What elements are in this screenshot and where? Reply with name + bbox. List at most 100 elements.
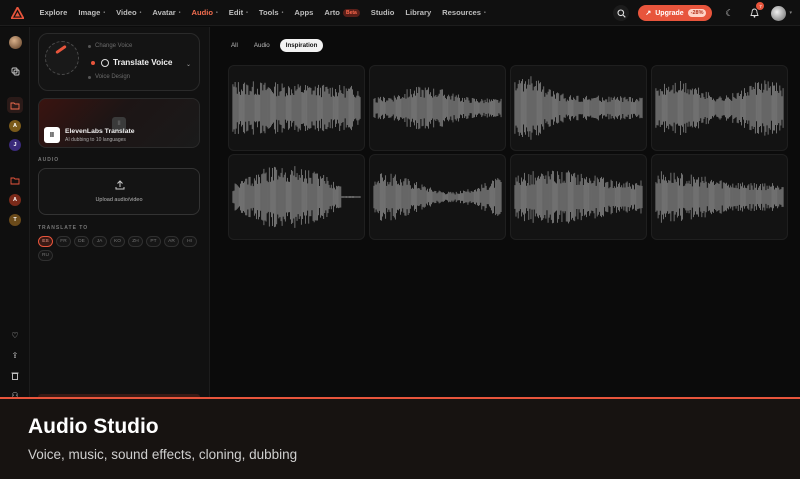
language-chip-hi[interactable]: HI — [182, 236, 197, 247]
audio-section-label: AUDIO — [38, 157, 60, 163]
language-chip-fr[interactable]: FR — [56, 236, 71, 247]
nav-item-image[interactable]: Image • — [73, 8, 111, 17]
top-right-controls: ↗ Upgrade -28% ☾ 7 ▾ — [613, 0, 792, 26]
elevenlabs-promo-card[interactable]: II II ElevenLabs Translate AI dubbing to… — [38, 98, 200, 148]
left-rail: A J A T ♡ ⇪ ⚇ — [0, 27, 30, 400]
app-logo[interactable] — [0, 0, 34, 26]
dropdown-caret-icon: • — [281, 9, 284, 16]
nav-item-resources[interactable]: Resources • — [437, 8, 492, 17]
theme-toggle-moon-icon[interactable]: ☾ — [721, 5, 737, 21]
waveform-graphic — [373, 86, 502, 130]
promo-title: ElevenLabs Translate — [65, 128, 135, 135]
chevron-down-icon[interactable]: ⌄ — [186, 61, 191, 68]
discount-badge: -28% — [687, 9, 707, 17]
language-chip-ar[interactable]: AR — [164, 236, 179, 247]
notification-count-badge: 7 — [756, 2, 765, 10]
nav-item-label: Apps — [294, 8, 314, 17]
filter-tabs: All Audio Inspiration — [225, 39, 324, 52]
language-chip-ru[interactable]: RU — [38, 250, 53, 261]
nav-item-label: Explore — [39, 8, 68, 17]
globe-icon — [101, 58, 109, 67]
upgrade-button[interactable]: ↗ Upgrade -28% — [638, 5, 713, 21]
notifications-bell-icon[interactable]: 7 — [746, 2, 765, 21]
folder-icon[interactable] — [7, 172, 23, 188]
nav-item-video[interactable]: Video • — [111, 8, 147, 17]
dropdown-caret-icon: • — [246, 9, 248, 16]
waveform-graphic — [655, 80, 784, 136]
nav-item-label: Library — [405, 8, 432, 17]
elevenlabs-logo: II — [44, 127, 60, 143]
nav-item-label: Audio — [191, 8, 214, 17]
translate-section-label: TRANSLATE TO — [38, 225, 89, 231]
nav-item-label: Video — [116, 8, 137, 17]
logo-icon — [10, 6, 24, 19]
nav-item-label: Image — [78, 8, 101, 17]
main-content: All Audio Inspiration — [211, 27, 800, 397]
language-chip-pt[interactable]: PT — [146, 236, 161, 247]
waveform-graphic — [373, 173, 502, 221]
waveform-graphic — [232, 81, 361, 135]
dropdown-caret-icon: • — [139, 9, 142, 16]
workspace-dot-a[interactable]: A — [9, 120, 21, 132]
waveform-card[interactable] — [510, 154, 647, 240]
workspace-dot-j[interactable]: J — [9, 139, 21, 151]
waveform-card[interactable] — [510, 65, 647, 151]
waveform-graphic — [514, 76, 643, 140]
profile-avatar[interactable] — [7, 34, 23, 50]
trash-icon[interactable] — [7, 367, 23, 383]
waveform-card[interactable] — [651, 65, 788, 151]
upload-icon[interactable]: ⇪ — [7, 347, 23, 363]
language-chips: ES FR DE JA KO ZH PT AR HI RU — [38, 236, 200, 261]
top-navigation-bar: Explore Image • Video • Avatar • Audio • Edit • Too… — [0, 0, 800, 26]
chevron-down-icon: ▾ — [789, 10, 792, 16]
mode-option-change-voice[interactable]: Change Voice — [88, 43, 132, 49]
language-chip-es[interactable]: ES — [38, 236, 53, 247]
search-icon[interactable] — [613, 5, 630, 21]
upload-dropzone[interactable]: Upload audio/video — [38, 168, 200, 215]
waveform-card[interactable] — [651, 154, 788, 240]
nav-item-label: Resources — [442, 8, 482, 17]
dropdown-caret-icon: • — [484, 9, 486, 16]
waveform-card[interactable] — [369, 154, 506, 240]
beta-badge: Beta — [342, 8, 360, 17]
caption-banner: Audio Studio Voice, music, sound effects… — [0, 397, 800, 479]
caption-title: Audio Studio — [28, 415, 159, 438]
language-chip-ko[interactable]: KO — [110, 236, 125, 247]
tool-panel: Change Voice Translate Voice Voice Desig… — [30, 27, 210, 400]
inspiration-grid — [228, 65, 789, 240]
upload-label: Upload audio/video — [95, 197, 143, 203]
waveform-card[interactable] — [228, 154, 365, 240]
waveform-card[interactable] — [228, 65, 365, 151]
language-chip-ja[interactable]: JA — [92, 236, 107, 247]
main-nav: Explore Image • Video • Avatar • Audio • Edit • Too… — [34, 8, 491, 17]
user-avatar — [771, 5, 787, 21]
mode-option-selected[interactable]: Translate Voice — [91, 58, 172, 67]
workspace-dot-a2[interactable]: A — [9, 194, 21, 206]
nav-item-tools[interactable]: Tools • — [253, 8, 288, 17]
account-menu[interactable]: ▾ — [771, 5, 792, 21]
nav-item-library[interactable]: Library — [400, 8, 437, 17]
tab-all[interactable]: All — [225, 39, 244, 52]
nav-item-label: Tools — [258, 8, 279, 17]
waveform-card[interactable] — [369, 65, 506, 151]
workspace-dot-t[interactable]: T — [9, 214, 21, 226]
audio-folder-icon[interactable] — [7, 97, 23, 113]
layers-icon[interactable] — [7, 63, 23, 79]
mode-option-voice-design[interactable]: Voice Design — [88, 74, 130, 80]
tab-audio[interactable]: Audio — [248, 39, 276, 52]
voice-mode-selector[interactable]: Change Voice Translate Voice Voice Desig… — [38, 33, 200, 91]
tab-inspiration[interactable]: Inspiration — [279, 39, 324, 52]
upgrade-label: Upgrade — [655, 9, 684, 17]
nav-item-audio[interactable]: Audio • — [186, 8, 223, 17]
language-chip-de[interactable]: DE — [74, 236, 89, 247]
waveform-graphic — [232, 166, 361, 228]
nav-item-apps[interactable]: Apps — [289, 8, 319, 17]
dropdown-caret-icon: • — [178, 9, 181, 16]
nav-item-avatar[interactable]: Avatar • — [147, 8, 186, 17]
nav-item-edit[interactable]: Edit • — [223, 8, 253, 17]
nav-item-studio[interactable]: Studio — [365, 8, 400, 17]
nav-item-explore[interactable]: Explore — [34, 8, 73, 17]
language-chip-zh[interactable]: ZH — [128, 236, 143, 247]
heart-icon[interactable]: ♡ — [7, 327, 23, 343]
nav-item-arto[interactable]: Arto Beta — [319, 8, 365, 17]
